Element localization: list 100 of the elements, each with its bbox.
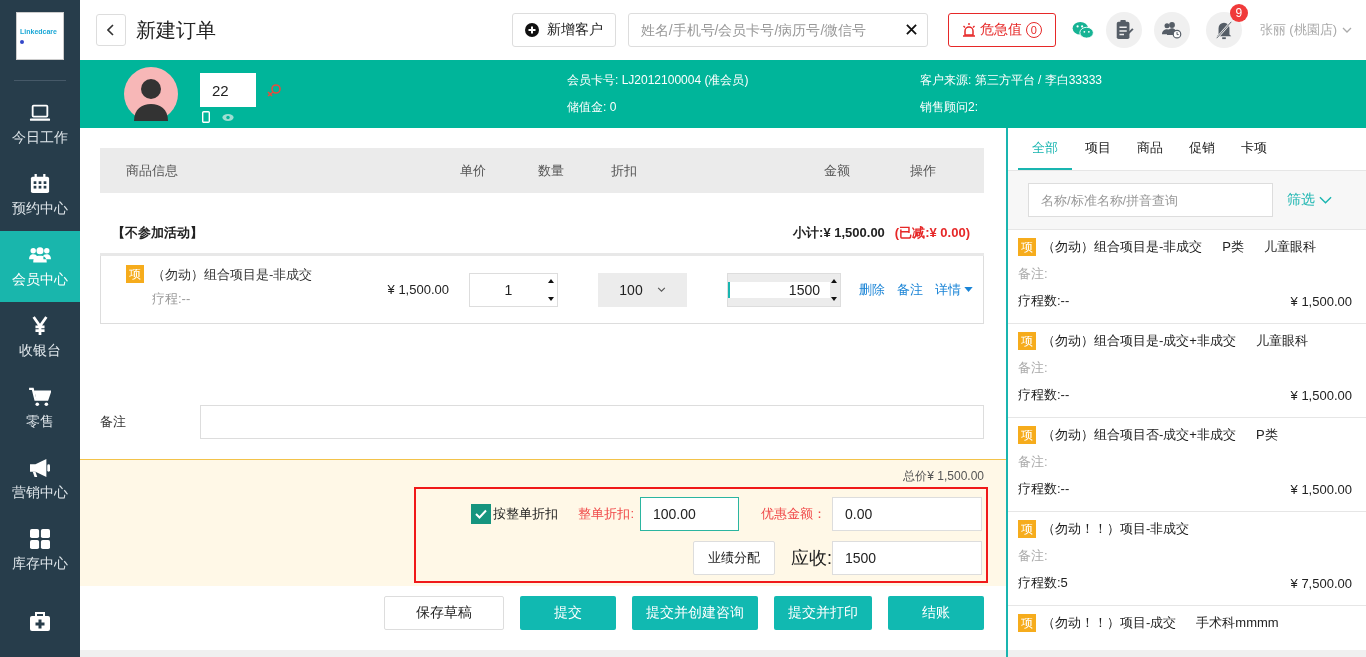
grid-icon (29, 528, 51, 549)
chevron-left-icon (107, 24, 115, 36)
sidebar-item[interactable]: 今日工作 (0, 89, 80, 160)
column-header: 单价 (459, 161, 486, 180)
back-button[interactable] (96, 14, 126, 46)
notification-badge: 9 (1229, 4, 1248, 22)
course-count: 疗程数:-- (1018, 386, 1070, 404)
reduction-input[interactable]: 0.00 (832, 497, 982, 531)
catalog-item[interactable]: 项 （勿动）组合项目是-成交+非成交 儿童眼科 备注: 疗程数:-- ¥ 1,500.00 (1008, 324, 1366, 418)
item-type-badge: 项 (1018, 332, 1036, 350)
critical-value-button[interactable]: 危急值 0 (947, 13, 1056, 47)
allocate-button[interactable]: 业绩分配 (693, 541, 775, 575)
item-price: ¥ 1,500.00 (1290, 387, 1353, 403)
course-count: 疗程数:-- (1018, 292, 1070, 310)
remark-field[interactable] (200, 405, 984, 439)
catalog-tab[interactable]: 促销 (1176, 128, 1228, 170)
medical-kit-icon (29, 611, 51, 632)
receivable-label: 应收: (791, 547, 832, 570)
remark-label: 备注: (1018, 265, 1049, 283)
clear-icon[interactable] (905, 24, 917, 35)
column-header: 折扣 (610, 161, 638, 180)
item-type-badge: 项 (1018, 614, 1036, 632)
item-name: （勿动！！）项目-非成交 (1042, 520, 1190, 538)
discount-input[interactable]: 100.00 (640, 497, 739, 531)
sidebar-item[interactable]: 预约中心 (0, 160, 80, 231)
sidebar-item[interactable]: 营销中心 (0, 444, 80, 515)
catalog-search-field[interactable]: 名称/标准名称/拼音查询 (1028, 183, 1273, 217)
add-customer-button[interactable]: 新增客户 (511, 13, 616, 47)
quantity-field[interactable]: 1 (469, 272, 559, 307)
group-title: 【不参加活动】 (112, 224, 203, 242)
catalog-item[interactable]: 项 （勿动）组合项目否-成交+非成交 P类 备注: 疗程数:-- ¥ 1,500.00 (1008, 418, 1366, 512)
item-type-badge: 项 (1018, 238, 1036, 256)
phone-icon (202, 111, 210, 123)
remark-label: 备注: (1018, 453, 1049, 471)
subtotal-text: 小计:¥ 1,500.00 (793, 224, 885, 242)
sidebar-item[interactable]: 收银台 (0, 302, 80, 373)
users-clock-icon (1161, 20, 1182, 40)
item-type-badge: 项 (1018, 520, 1036, 538)
bell-off-icon (1213, 20, 1234, 40)
category-tag: 手术科mmmm (1196, 614, 1279, 632)
column-header: 操作 (909, 161, 936, 180)
whole-discount-checkbox[interactable]: 按整单折扣 (471, 504, 559, 524)
sidebar-item[interactable]: 零售 (0, 373, 80, 444)
item-price: ¥ 7,500.00 (1290, 575, 1353, 591)
catalog-item[interactable]: 项 （勿动）组合项目是-非成交 P类 儿童眼科 备注: 疗程数:-- ¥ 1,500.00 (1008, 230, 1366, 324)
cart-icon (29, 386, 51, 407)
reduction-label: 优惠金额： (761, 505, 826, 523)
laptop-icon (29, 102, 51, 123)
remark-label: 备注 (100, 413, 127, 431)
category-tag: 儿童眼科 (1255, 332, 1308, 350)
category-tag: P类 (1255, 426, 1278, 444)
item-name: （勿动）组合项目是-成交+非成交 (1042, 332, 1236, 350)
female-icon (266, 83, 282, 97)
member-card-text: 会员卡号: LJ2012100004 (准会员) (567, 72, 750, 89)
megaphone-icon (29, 457, 51, 478)
page-title: 新建订单 (136, 17, 216, 43)
discount-select[interactable]: 100 (598, 272, 687, 307)
avatar-icon (124, 67, 178, 121)
item-type-badge: 项 (126, 265, 144, 283)
action-link[interactable]: 备注 (897, 280, 923, 299)
action-link[interactable]: 删除 (859, 280, 885, 299)
category-tag: P类 (1222, 238, 1244, 256)
chevron-down-icon (1342, 27, 1352, 33)
chevron-down-icon (1319, 196, 1332, 204)
search-field[interactable]: 姓名/手机号/会员卡号/病历号/微信号 (627, 13, 928, 47)
alarm-icon (961, 23, 976, 37)
calendar-icon (29, 173, 51, 194)
item-name: （勿动）组合项目否-成交+非成交 (1042, 426, 1236, 444)
item-name: （勿动）组合项目是-非成交 (1042, 238, 1203, 256)
clipboard-button[interactable] (1105, 12, 1142, 48)
chat-icon[interactable] (1071, 21, 1094, 39)
receivable-input[interactable]: 1500 (832, 541, 982, 575)
item-price: ¥ 1,500.00 (1290, 293, 1353, 309)
catalog-tab[interactable]: 项目 (1072, 128, 1124, 170)
course-count: 疗程数:-- (1018, 480, 1070, 498)
item-price: ¥ 1,500.00 (1290, 481, 1353, 497)
sidebar-item[interactable]: 库存中心 (0, 515, 80, 586)
details-link[interactable]: 详情 (935, 280, 973, 299)
column-header: 数量 (537, 161, 565, 180)
remark-label: 备注: (1018, 547, 1049, 565)
stored-value-text: 储值金: 0 (567, 99, 618, 116)
course-count: 疗程数:5 (1018, 574, 1068, 592)
catalog-item[interactable]: 项 （勿动！！）项目-非成交 备注: 疗程数:5 ¥ 7,500.00 (1008, 512, 1366, 606)
check-icon (475, 509, 488, 519)
catalog-tab[interactable]: 卡项 (1228, 128, 1280, 170)
caret-down-icon (964, 287, 973, 292)
category-tag: 儿童眼科 (1264, 238, 1316, 256)
action-button[interactable]: 保存草稿 (384, 596, 504, 630)
column-header: 商品信息 (125, 161, 179, 180)
catalog-tab[interactable]: 商品 (1124, 128, 1176, 170)
unit-price: ¥ 1,500.00 (386, 282, 449, 297)
amount-field[interactable]: 1500 (727, 272, 841, 307)
item-name: （勿动！！）项目-成交 (1042, 614, 1177, 632)
group-schedule-button[interactable] (1153, 12, 1190, 48)
course-text: 疗程:-- (152, 290, 192, 308)
customer-source-text: 客户来源: 第三方平台 / 李白33333 (920, 72, 1103, 89)
remark-label: 备注: (1018, 359, 1049, 377)
name-field[interactable]: 22 (200, 73, 256, 107)
plus-circle-icon (524, 23, 539, 37)
users-icon (29, 244, 51, 265)
